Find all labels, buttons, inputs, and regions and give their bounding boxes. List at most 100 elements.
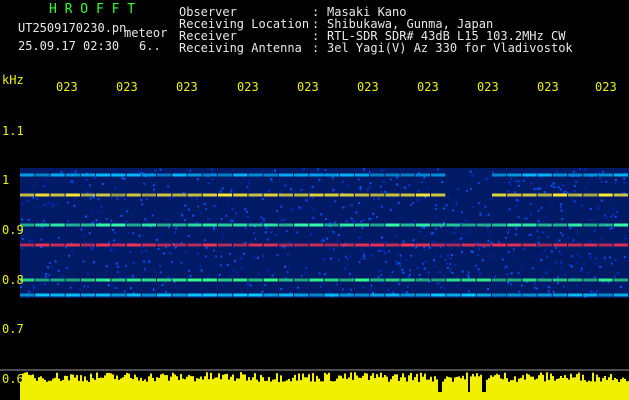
carrier-band (415, 193, 430, 197)
noise-level-bar (496, 373, 498, 400)
noise-pixel (584, 187, 586, 190)
x-tick-label: 023 (56, 80, 78, 94)
noise-level-bar (32, 374, 34, 400)
noise-pixel (548, 286, 551, 289)
mode-label: meteor (124, 26, 168, 40)
noise-pixel (433, 259, 436, 262)
noise-level-bar (540, 372, 542, 400)
noise-pixel (127, 232, 130, 234)
noise-level-bar (306, 377, 308, 400)
noise-pixel (520, 284, 523, 287)
noise-pixel (27, 218, 30, 221)
carrier-band (96, 193, 111, 197)
noise-pixel (200, 269, 203, 272)
noise-pixel (129, 251, 132, 254)
noise-level-bar (180, 373, 182, 400)
datetime-label: 25.09.17 02:30 (18, 39, 120, 53)
noise-pixel (363, 255, 366, 257)
noise-level-bar (244, 374, 246, 400)
carrier-band (598, 173, 613, 177)
noise-pixel (65, 246, 67, 249)
noise-pixel (507, 281, 510, 284)
noise-pixel (594, 229, 597, 232)
noise-pixel (502, 258, 504, 261)
carrier-band (400, 223, 415, 227)
noise-level-bar (250, 380, 252, 400)
noise-pixel (321, 237, 324, 240)
noise-pixel (580, 256, 583, 259)
noise-pixel (392, 291, 395, 294)
noise-pixel (545, 272, 548, 275)
noise-pixel (359, 236, 361, 239)
noise-pixel (358, 202, 361, 205)
noise-pixel (479, 273, 482, 276)
noise-pixel (517, 184, 520, 187)
noise-pixel (405, 259, 408, 262)
noise-level-bar (566, 377, 568, 400)
noise-pixel (555, 246, 557, 249)
noise-pixel (40, 238, 43, 241)
noise-pixel (623, 177, 626, 180)
noise-level-bar (618, 382, 620, 400)
noise-pixel (22, 203, 24, 206)
noise-pixel (530, 203, 533, 206)
noise-pixel (194, 221, 197, 224)
noise-pixel (360, 257, 363, 260)
carrier-band (370, 173, 385, 177)
noise-pixel (57, 237, 60, 239)
noise-pixel (333, 221, 336, 224)
noise-pixel (310, 233, 313, 235)
noise-pixel (97, 198, 100, 201)
carrier-band (568, 243, 583, 247)
carrier-band (217, 278, 233, 282)
noise-pixel (455, 200, 458, 203)
noise-pixel (538, 187, 541, 190)
noise-pixel (210, 168, 213, 171)
noise-pixel (514, 180, 517, 183)
noise-level-bar (142, 380, 144, 400)
carrier-band (461, 223, 476, 227)
noise-pixel (575, 284, 578, 287)
noise-pixel (392, 196, 395, 199)
carrier-band (111, 223, 126, 227)
carrier-band (309, 293, 324, 297)
noise-pixel (428, 246, 431, 249)
noise-pixel (326, 237, 328, 240)
carrier-band (370, 293, 385, 297)
x-tick-label: 023 (116, 80, 138, 94)
noise-pixel (187, 235, 190, 237)
noise-level-bar (54, 377, 56, 400)
noise-pixel (203, 203, 206, 205)
noise-level-bar (266, 380, 268, 400)
noise-pixel (44, 283, 46, 286)
noise-level-bar (212, 379, 214, 400)
separator: : (312, 41, 320, 55)
noise-level-bar (154, 381, 156, 400)
noise-pixel (380, 236, 383, 239)
noise-level-bar (492, 376, 494, 400)
noise-level-bar (254, 373, 256, 400)
noise-pixel (573, 190, 576, 193)
noise-pixel (307, 235, 310, 238)
carrier-band (583, 193, 598, 197)
noise-pixel (436, 282, 439, 285)
noise-level-bar (580, 380, 582, 400)
noise-pixel (449, 262, 452, 265)
noise-level-bar (556, 379, 558, 400)
noise-level-bar (162, 373, 164, 400)
carrier-band (598, 223, 613, 227)
noise-pixel (595, 257, 597, 260)
noise-pixel (72, 249, 75, 252)
noise-pixel (464, 219, 467, 222)
noise-pixel (370, 254, 373, 257)
carrier-band (339, 293, 354, 297)
noise-level-bar (118, 379, 120, 400)
noise-level-bar (422, 376, 424, 400)
noise-level-bar (338, 375, 340, 400)
noise-pixel (395, 260, 398, 263)
noise-pixel (47, 201, 50, 204)
noise-level-bar (52, 378, 54, 400)
carrier-band (20, 193, 35, 197)
noise-pixel (112, 286, 115, 289)
noise-pixel (43, 203, 46, 206)
